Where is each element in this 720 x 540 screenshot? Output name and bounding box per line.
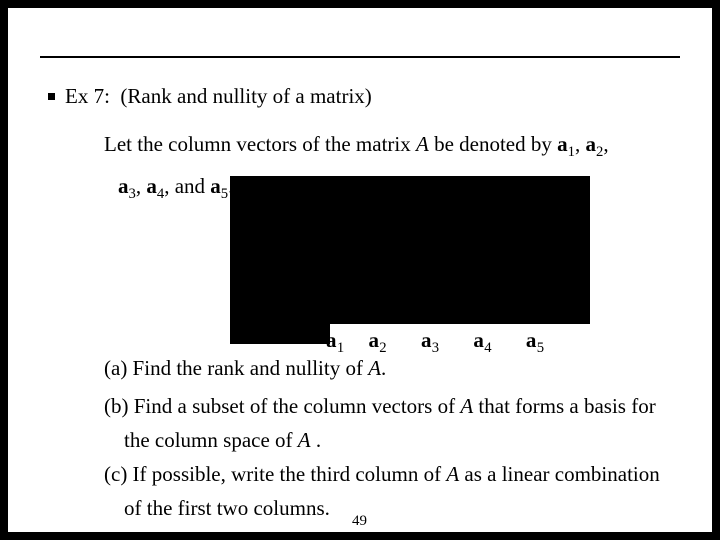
intro-post: be denoted by — [429, 132, 557, 156]
part-a-post: . — [381, 356, 386, 380]
part-c-cont: of the first two columns. — [124, 496, 330, 521]
part-b-A: A — [460, 394, 473, 418]
part-b2-A: A — [298, 428, 311, 452]
lbl-a2: a — [368, 328, 379, 352]
part-c2-text: of the first two columns. — [124, 496, 330, 520]
and-text: , and — [164, 174, 210, 198]
sub-1: 1 — [568, 144, 575, 160]
part-b2-pre: the column space of — [124, 428, 298, 452]
comma2: , — [603, 132, 608, 156]
part-a-pre: (a) Find the rank and nullity of — [104, 356, 368, 380]
part-c-pre: (c) If possible, write the third column … — [104, 462, 446, 486]
column-vector-labels: a1a2a3a4a5 — [326, 328, 544, 357]
page-number: 49 — [352, 513, 367, 530]
part-b-post: that forms a basis for — [473, 394, 656, 418]
bullet-icon — [48, 93, 55, 100]
title-rest: (Rank and nullity of a matrix) — [120, 84, 371, 108]
matrix-A: A — [416, 132, 429, 156]
part-b-cont: the column space of A . — [124, 428, 321, 453]
part-a-A: A — [368, 356, 381, 380]
slide: Ex 7: (Rank and nullity of a matrix) Let… — [8, 8, 712, 532]
vec-a2: a — [585, 132, 596, 156]
vec-a3: a — [118, 174, 129, 198]
intro-pre: Let the column vectors of the matrix — [104, 132, 416, 156]
part-c-post: as a linear combination — [459, 462, 660, 486]
vec-a5: a — [210, 174, 221, 198]
intro-line-2: a3, a4, and a5. — [118, 174, 233, 203]
example-title: Ex 7: (Rank and nullity of a matrix) — [48, 84, 372, 109]
part-a: (a) Find the rank and nullity of A. — [104, 356, 386, 381]
matrix-placeholder-extension — [230, 324, 330, 344]
part-b2-post: . — [311, 428, 322, 452]
part-c-A: A — [446, 462, 459, 486]
sub-5: 5 — [221, 186, 228, 202]
lbl-a5: a — [526, 328, 537, 352]
part-b: (b) Find a subset of the column vectors … — [104, 394, 656, 419]
comma3: , — [136, 174, 147, 198]
horizontal-rule — [40, 56, 680, 58]
part-b-pre: (b) Find a subset of the column vectors … — [104, 394, 460, 418]
vec-a1: a — [557, 132, 568, 156]
sub-3: 3 — [129, 186, 136, 202]
part-c: (c) If possible, write the third column … — [104, 462, 660, 487]
comma1: , — [575, 132, 586, 156]
intro-line: Let the column vectors of the matrix A b… — [104, 132, 609, 161]
vec-a4: a — [146, 174, 157, 198]
lbl-a4: a — [473, 328, 484, 352]
lbl-a3: a — [421, 328, 432, 352]
title-prefix: Ex 7: — [65, 84, 110, 108]
matrix-placeholder — [230, 176, 590, 324]
lbl-a1: a — [326, 328, 337, 352]
